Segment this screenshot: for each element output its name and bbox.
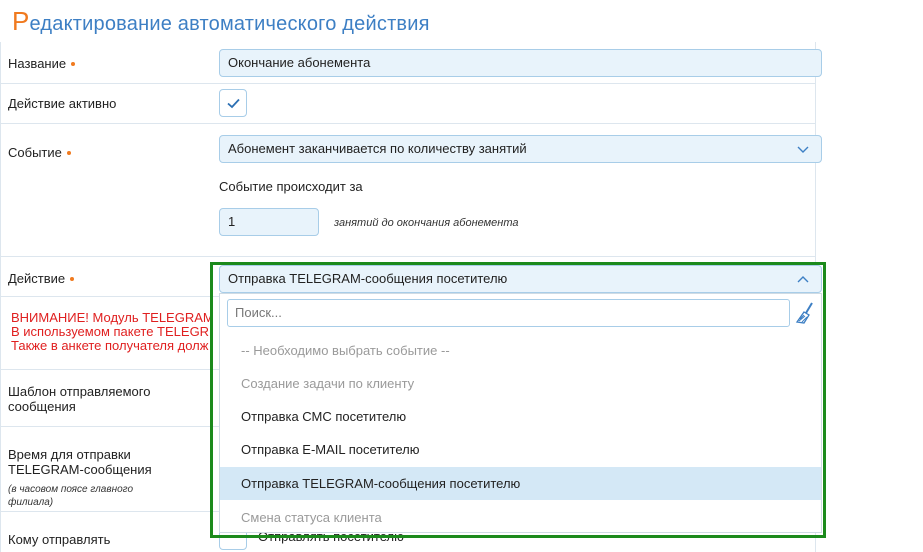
active-row: Действие активно <box>0 84 816 124</box>
template-label: Шаблон отправляемого сообщения <box>8 384 150 414</box>
template-label-line-2: сообщения <box>8 399 76 414</box>
active-label: Действие активно <box>8 96 117 111</box>
name-label-text: Название <box>8 56 67 71</box>
event-select[interactable]: Абонемент заканчивается по количеству за… <box>219 135 822 163</box>
template-label-line-1: Шаблон отправляемого <box>8 384 151 399</box>
send-time-label-line-2: TELEGRAM-сообщения <box>8 462 152 477</box>
required-marker <box>66 150 71 155</box>
send-time-hint: (в часовом поясе главного филиала) <box>8 483 152 509</box>
warning-line-2: В используемом пакете TELEGR <box>11 324 210 339</box>
event-label-text: Событие <box>8 145 62 160</box>
required-marker <box>71 61 76 66</box>
name-label: Название <box>8 56 76 71</box>
page-title-rest: едактирование автоматического действия <box>29 13 430 35</box>
recipient-label: Кому отправлять <box>8 532 111 547</box>
action-label-text: Действие <box>8 271 66 286</box>
send-time-label: Время для отправки TELEGRAM-сообщения (в… <box>8 447 152 509</box>
page-title-first-letter: Р <box>12 6 30 36</box>
send-time-hint-line-2: филиала) <box>8 497 54 508</box>
name-input[interactable]: Окончание абонемента <box>219 49 822 77</box>
event-occurs-suffix: занятий до окончания абонемента <box>334 217 519 229</box>
check-icon <box>227 98 240 109</box>
warning-line-1: ВНИМАНИЕ! Модуль TELEGRAM <box>11 310 214 325</box>
active-checkbox[interactable] <box>219 89 247 117</box>
chevron-down-icon <box>797 146 809 153</box>
page-title: Редактирование автоматического действия <box>12 6 430 37</box>
send-time-hint-line-1: (в часовом поясе главного <box>8 484 134 495</box>
required-marker <box>70 276 75 281</box>
event-select-value: Абонемент заканчивается по количеству за… <box>228 141 527 156</box>
event-occurs-input[interactable]: 1 <box>219 208 319 236</box>
action-label: Действие <box>8 271 75 286</box>
warning-line-3: Также в анкете получателя долж <box>11 338 209 353</box>
highlight-frame <box>210 262 826 538</box>
send-time-label-line-1: Время для отправки <box>8 447 131 462</box>
event-occurs-label: Событие происходит за <box>219 179 363 194</box>
event-label: Событие <box>8 145 71 160</box>
